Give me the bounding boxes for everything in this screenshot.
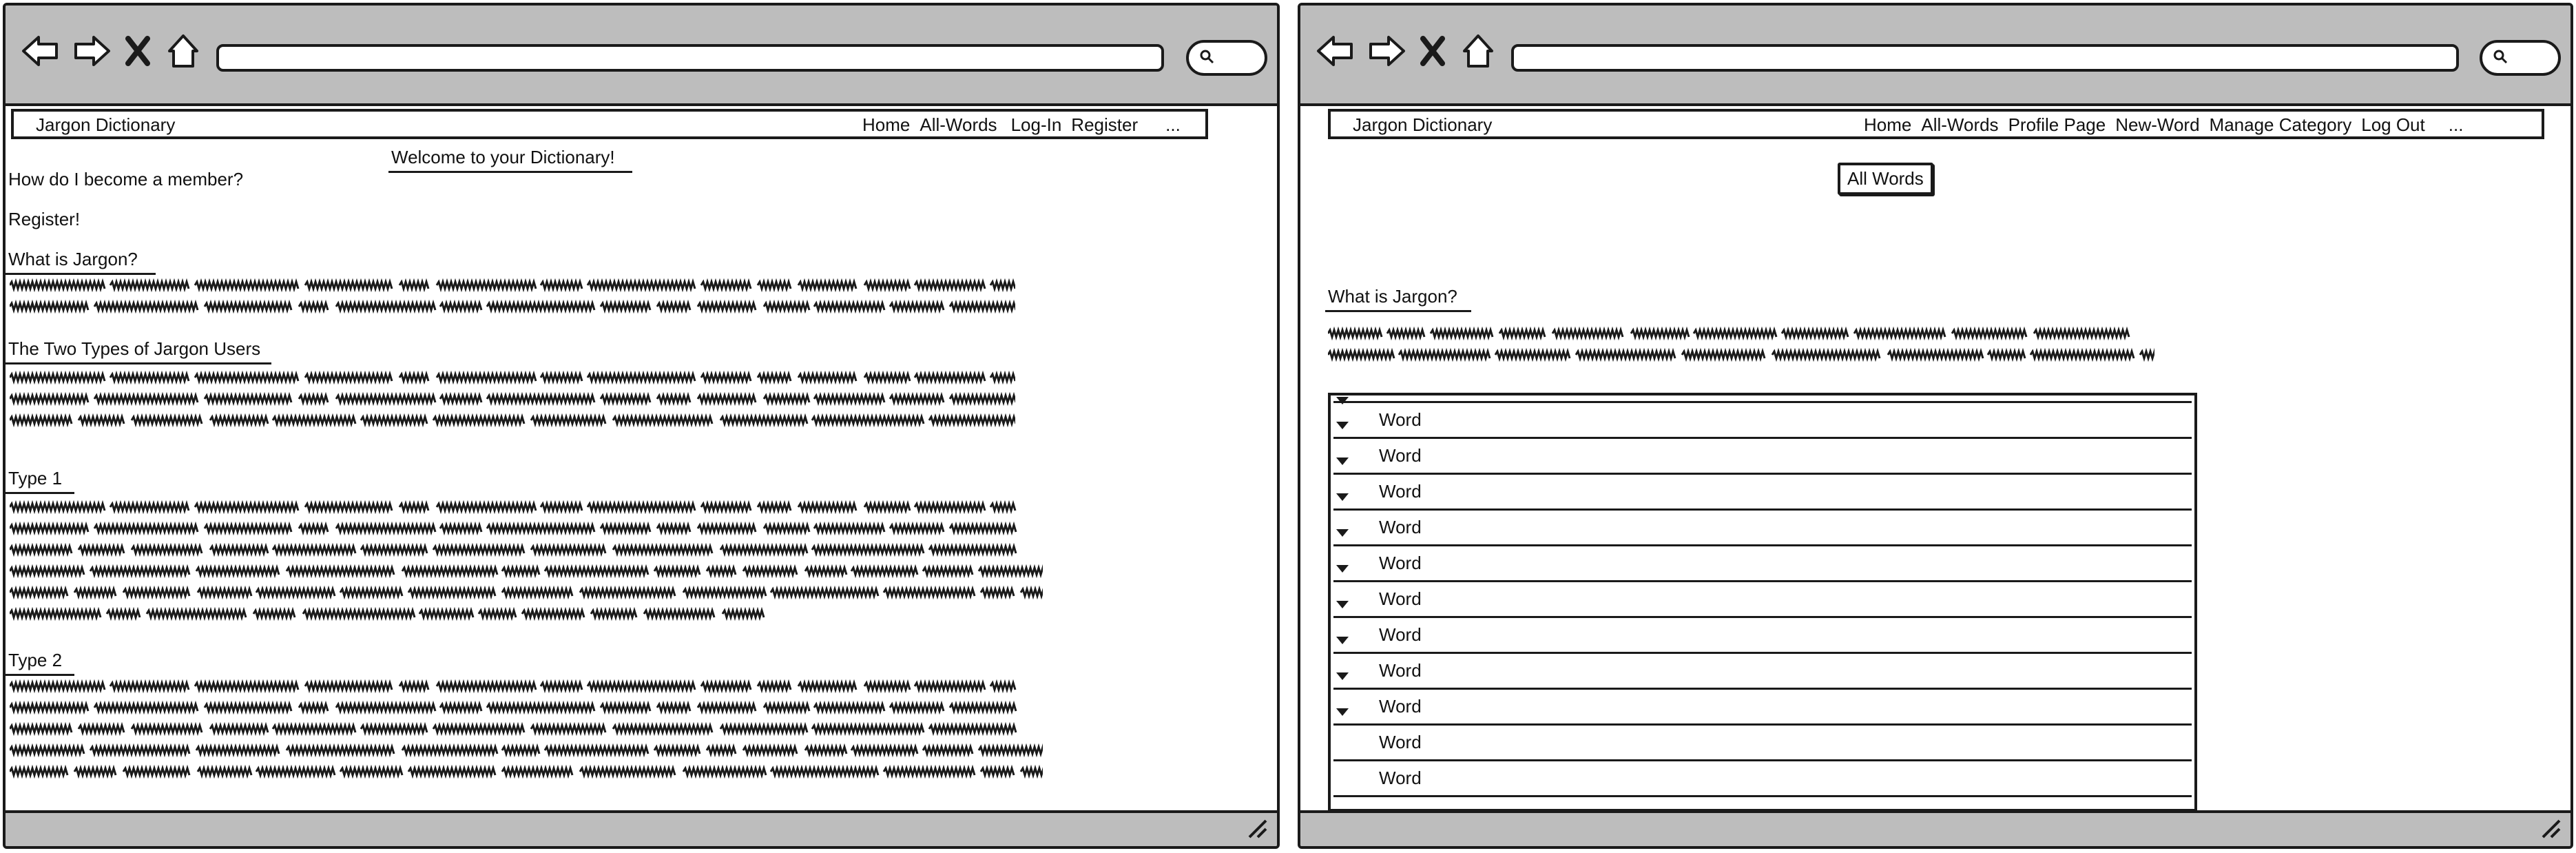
address-bar[interactable] <box>1511 44 2459 72</box>
back-arrow-icon[interactable] <box>1314 30 1355 72</box>
search-box[interactable] <box>2480 40 2561 76</box>
site-menu-bar: Jargon Dictionary Home All-Words Profile… <box>1328 109 2544 139</box>
word-label: Word <box>1379 588 1422 609</box>
word-list-item[interactable]: Word <box>1333 688 2192 726</box>
nav-new-word[interactable]: New-Word <box>2115 114 2199 136</box>
nav-register[interactable]: Register <box>1071 114 1138 136</box>
expand-caret-icon[interactable] <box>1336 601 1349 608</box>
close-icon[interactable] <box>1419 30 1446 72</box>
word-list-item[interactable]: Word <box>1333 580 2192 618</box>
nav-log-in[interactable]: Log-In <box>1011 114 1062 136</box>
word-list-item[interactable]: Word <box>1333 437 2192 475</box>
browser-window-home: Jargon Dictionary Home All-Words Log-In … <box>3 3 1280 849</box>
site-menu-bar: Jargon Dictionary Home All-Words Log-In … <box>11 109 1208 139</box>
word-label: Word <box>1379 696 1422 717</box>
section-heading-what-is-jargon: What is Jargon? <box>8 249 138 269</box>
word-list-item[interactable]: Word <box>1333 616 2192 654</box>
expand-caret-icon[interactable] <box>1336 565 1349 573</box>
welcome-heading: Welcome to your Dictionary! <box>391 147 615 167</box>
word-label: Word <box>1379 409 1422 430</box>
word-label: Word <box>1379 732 1422 752</box>
divider <box>388 171 632 173</box>
all-words-button[interactable]: All Words <box>1838 163 1933 195</box>
section-heading-type-1: Type 1 <box>8 468 63 489</box>
home-icon[interactable] <box>1457 30 1499 72</box>
word-list-item[interactable]: Word <box>1333 473 2192 511</box>
word-label: Word <box>1379 445 1422 466</box>
resize-grip-icon[interactable] <box>1245 818 1269 842</box>
expand-caret-icon[interactable] <box>1336 422 1349 429</box>
word-list-item[interactable]: Word <box>1333 723 2192 761</box>
section-heading-types: The Two Types of Jargon Users <box>8 338 261 359</box>
word-label: Word <box>1379 624 1422 645</box>
placeholder-text-block <box>1328 325 2154 368</box>
nav-all-words[interactable]: All-Words <box>1921 114 1998 136</box>
divider <box>6 674 74 676</box>
word-label: Word <box>1379 660 1422 681</box>
word-label: Word <box>1379 517 1422 537</box>
nav-profile-page[interactable]: Profile Page <box>2008 114 2106 136</box>
word-label: Word <box>1379 481 1422 502</box>
expand-caret-icon[interactable] <box>1336 672 1349 680</box>
section-heading-type-2: Type 2 <box>8 650 63 670</box>
word-list-item[interactable]: Word <box>1333 544 2192 582</box>
search-icon <box>2492 48 2509 68</box>
search-icon <box>1198 48 1215 68</box>
expand-caret-icon[interactable] <box>1336 458 1349 465</box>
section-heading-what-is-jargon: What is Jargon? <box>1328 286 1457 307</box>
expand-caret-icon[interactable] <box>1336 637 1349 644</box>
word-list-item[interactable]: Word <box>1333 401 2192 439</box>
expand-caret-icon[interactable] <box>1336 708 1349 716</box>
forward-arrow-icon[interactable] <box>1367 30 1408 72</box>
word-list-item[interactable]: Word <box>1333 508 2192 546</box>
divider <box>6 273 156 275</box>
site-brand[interactable]: Jargon Dictionary <box>36 114 175 136</box>
word-label: Word <box>1379 768 1422 788</box>
forward-arrow-icon[interactable] <box>72 30 113 72</box>
word-list-item[interactable]: Word <box>1333 759 2192 797</box>
placeholder-text-block <box>10 499 1043 627</box>
placeholder-text-block <box>10 678 1043 785</box>
divider <box>6 492 74 494</box>
browser-toolbar <box>1300 6 2570 106</box>
member-question: How do I become a member? <box>8 169 244 189</box>
nav-all-words[interactable]: All-Words <box>920 114 997 136</box>
placeholder-text-block <box>10 369 1015 433</box>
status-bar <box>6 810 1277 846</box>
nav-more[interactable]: ... <box>2449 114 2464 136</box>
address-bar[interactable] <box>216 44 1164 72</box>
site-brand[interactable]: Jargon Dictionary <box>1353 114 1492 136</box>
divider <box>6 362 271 364</box>
back-arrow-icon[interactable] <box>19 30 61 72</box>
nav-home[interactable]: Home <box>862 114 910 136</box>
close-icon[interactable] <box>124 30 152 72</box>
browser-window-all-words: Jargon Dictionary Home All-Words Profile… <box>1298 3 2573 849</box>
word-label: Word <box>1379 553 1422 573</box>
word-list-item[interactable]: Word <box>1333 652 2192 690</box>
nav-more[interactable]: ... <box>1165 114 1181 136</box>
placeholder-text-block <box>10 277 1015 320</box>
nav-log-out[interactable]: Log Out <box>2361 114 2425 136</box>
word-list: Word Word Word Word Word Word Word Word Word Word… <box>1328 393 2197 812</box>
nav-manage-category[interactable]: Manage Category <box>2210 114 2352 136</box>
search-box[interactable] <box>1186 40 1267 76</box>
register-link[interactable]: Register! <box>8 208 80 230</box>
expand-caret-icon[interactable] <box>1336 493 1349 501</box>
browser-toolbar <box>6 6 1277 106</box>
status-bar <box>1300 810 2570 846</box>
nav-home[interactable]: Home <box>1864 114 1911 136</box>
expand-caret-icon[interactable] <box>1336 529 1349 537</box>
divider <box>1325 310 1471 312</box>
home-icon[interactable] <box>163 30 204 72</box>
resize-grip-icon[interactable] <box>2539 818 2562 842</box>
